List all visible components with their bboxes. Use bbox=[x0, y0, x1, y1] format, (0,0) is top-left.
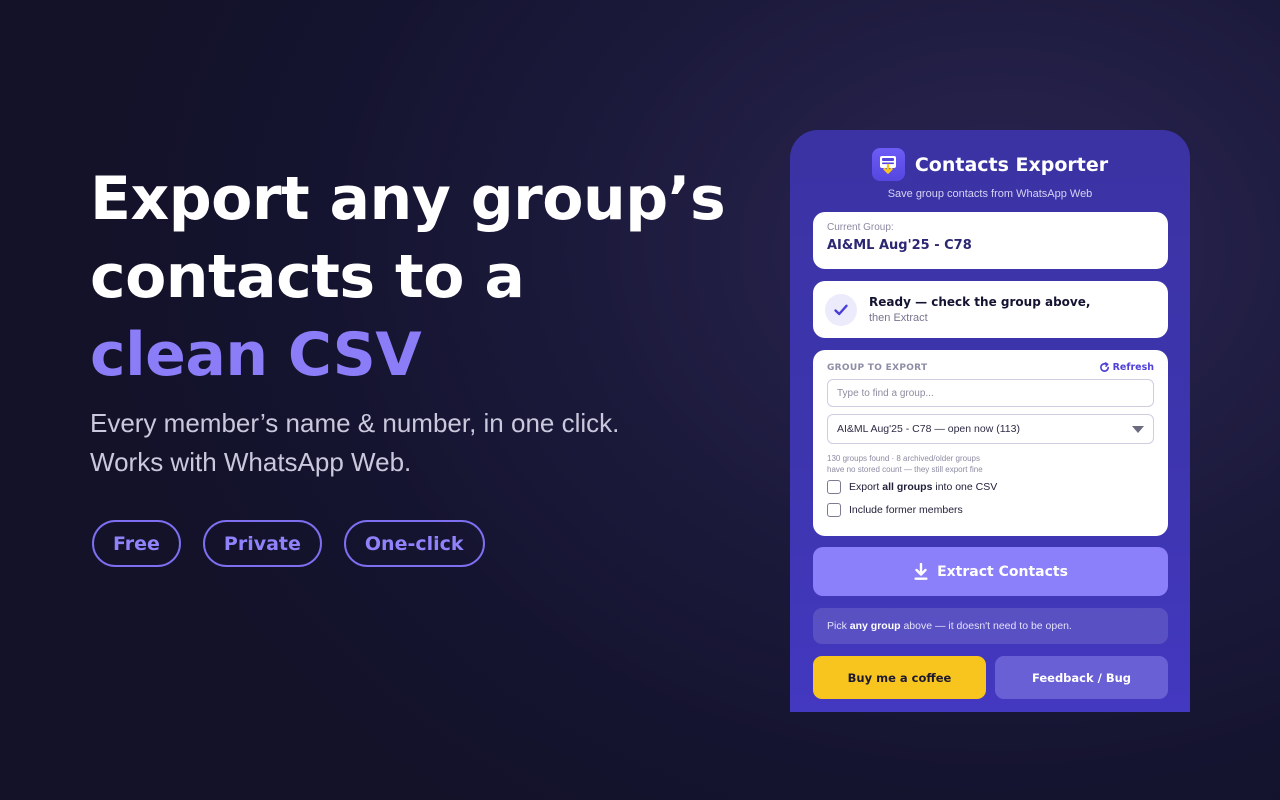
app-subtitle: Save group contacts from WhatsApp Web bbox=[887, 188, 1093, 200]
tip-bold: any group bbox=[849, 620, 901, 632]
groups-hint-line-2: have no stored count — they still export… bbox=[827, 465, 983, 474]
hero-sub-line-1: Every member’s name & number, in one cli… bbox=[90, 408, 620, 438]
pill-one-click: One-click bbox=[343, 520, 485, 567]
feedback-button[interactable]: Feedback / Bug bbox=[995, 656, 1168, 699]
extension-popup: Contacts Exporter Save group contacts fr… bbox=[790, 130, 1190, 712]
groups-hint-line-1: 130 groups found · 8 archived/older grou… bbox=[827, 454, 980, 463]
status-card: Ready — check the group above, then Extr… bbox=[813, 281, 1168, 338]
group-select[interactable]: AI&ML Aug'25 - C78 — open now (113) bbox=[827, 414, 1154, 444]
group-select-value: AI&ML Aug'25 - C78 — open now (113) bbox=[837, 423, 1020, 435]
refresh-button[interactable]: Refresh bbox=[1099, 362, 1154, 373]
groups-hint: 130 groups found · 8 archived/older grou… bbox=[827, 453, 1154, 475]
chevron-down-icon bbox=[1132, 425, 1144, 433]
feature-pills: Free Private One-click bbox=[92, 520, 485, 567]
include-former-option[interactable]: Include former members bbox=[827, 503, 1154, 517]
headline-accent: clean CSV bbox=[90, 320, 422, 390]
hero-headline: Export any group’s contacts to a clean C… bbox=[90, 160, 730, 394]
refresh-label: Refresh bbox=[1112, 362, 1154, 373]
check-icon bbox=[825, 293, 857, 326]
contacts-export-icon bbox=[871, 148, 905, 181]
include-former-checkbox[interactable] bbox=[827, 503, 841, 517]
headline-line-1: Export any group’s bbox=[90, 164, 726, 234]
status-main: Ready — check the group above, bbox=[869, 295, 1091, 309]
pill-free: Free bbox=[92, 520, 181, 567]
export-all-post: into one CSV bbox=[932, 481, 998, 493]
group-export-card: GROUP TO EXPORT Refresh AI&ML Aug'25 - C… bbox=[813, 350, 1168, 536]
current-group-card: Current Group: AI&ML Aug'25 - C78 bbox=[813, 212, 1168, 269]
current-group-value: AI&ML Aug'25 - C78 bbox=[827, 238, 972, 253]
export-all-pre: Export bbox=[849, 481, 883, 493]
hero-sub-line-2: Works with WhatsApp Web. bbox=[90, 447, 412, 477]
tip-pre: Pick bbox=[827, 620, 850, 632]
popup-header: Contacts Exporter Save group contacts fr… bbox=[790, 148, 1190, 200]
include-former-label: Include former members bbox=[849, 504, 963, 516]
extract-label: Extract Contacts bbox=[937, 563, 1068, 580]
export-all-option[interactable]: Export all groups into one CSV bbox=[827, 480, 1154, 494]
group-search-input[interactable] bbox=[827, 379, 1154, 407]
hero-section: Export any group’s contacts to a clean C… bbox=[90, 160, 730, 482]
current-group-label: Current Group: bbox=[827, 222, 894, 233]
download-icon bbox=[914, 562, 928, 580]
hero-subtitle: Every member’s name & number, in one cli… bbox=[90, 404, 730, 482]
status-sub: then Extract bbox=[869, 312, 928, 324]
export-all-bold: all groups bbox=[882, 481, 933, 493]
pill-private: Private bbox=[202, 520, 322, 567]
headline-line-2: contacts to a bbox=[90, 242, 525, 312]
buy-coffee-button[interactable]: Buy me a coffee bbox=[813, 656, 986, 699]
export-all-text: Export all groups into one CSV bbox=[849, 481, 997, 493]
export-label: GROUP TO EXPORT bbox=[827, 362, 928, 373]
footer-buttons: Buy me a coffee Feedback / Bug bbox=[813, 656, 1168, 699]
refresh-icon bbox=[1099, 362, 1109, 372]
title-row: Contacts Exporter bbox=[790, 148, 1190, 181]
export-header: GROUP TO EXPORT Refresh bbox=[827, 362, 1154, 373]
tip-post: above — it doesn't need to be open. bbox=[900, 620, 1072, 632]
tip-text: Pick any group above — it doesn't need t… bbox=[827, 620, 1072, 632]
extract-contacts-button[interactable]: Extract Contacts bbox=[813, 547, 1168, 596]
app-title: Contacts Exporter bbox=[914, 153, 1109, 176]
status-text: Ready — check the group above, then Extr… bbox=[869, 295, 1090, 324]
export-all-checkbox[interactable] bbox=[827, 480, 841, 494]
tip-box: Pick any group above — it doesn't need t… bbox=[813, 608, 1168, 644]
